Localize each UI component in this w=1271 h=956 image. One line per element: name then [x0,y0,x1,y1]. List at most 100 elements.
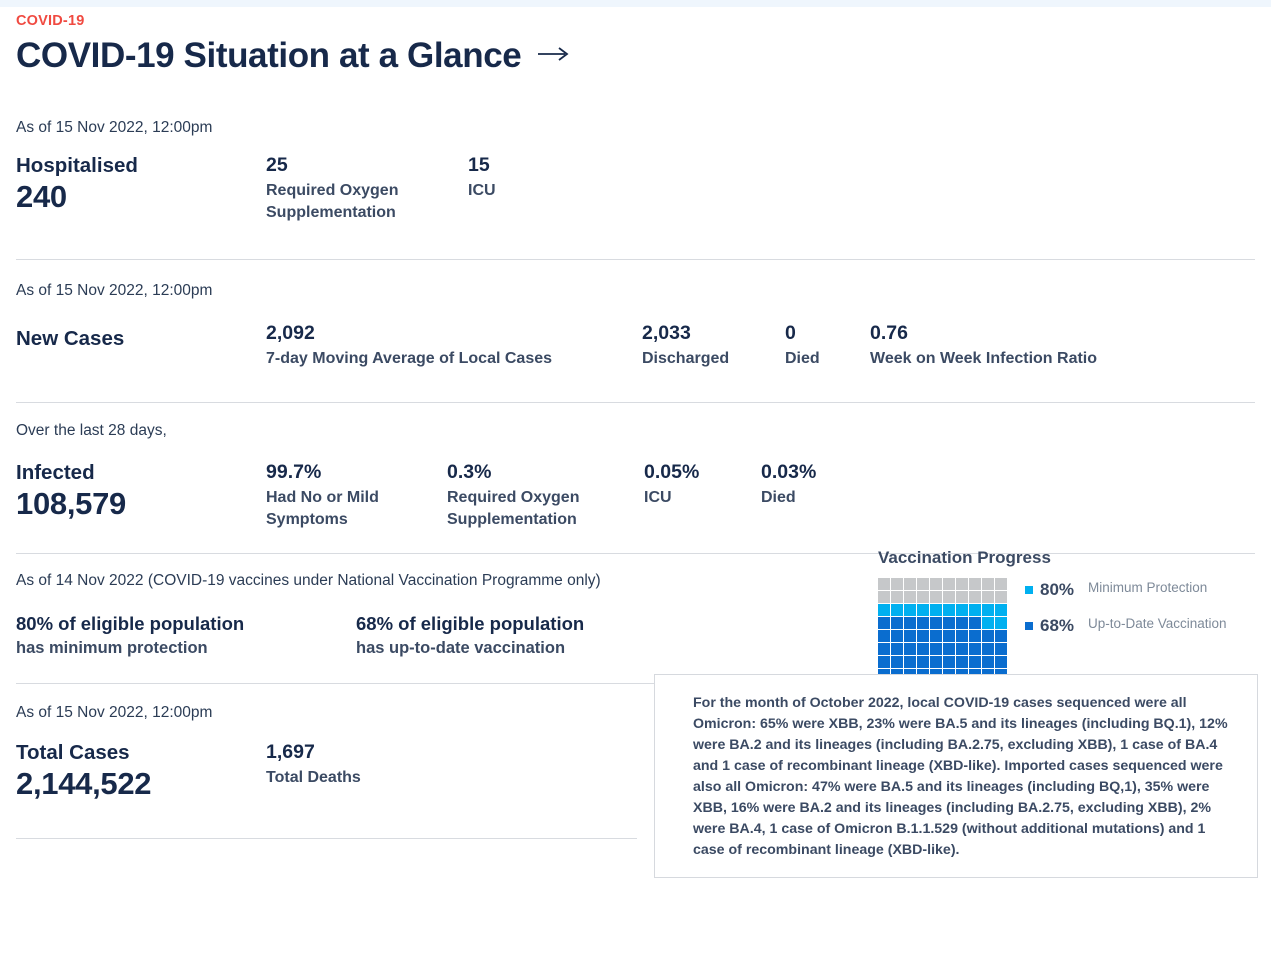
waffle-cell [995,617,1007,630]
waffle-cell [982,617,994,630]
stat-died: 0 Died [785,322,870,370]
legend-percent: 80% [1040,580,1075,600]
eyebrow-label: COVID-19 [16,13,85,29]
waffle-cell [956,591,968,604]
total-cases-lead: Total Cases 2,144,522 [16,741,266,801]
variant-sequencing-note: For the month of October 2022, local COV… [654,673,1258,878]
waffle-cell [956,643,968,656]
stat-label: Died [761,489,796,507]
section-vaccination: As of 14 Nov 2022 (COVID-19 vaccines und… [0,548,1271,708]
stat-label: Required Oxygen Supplementation [447,489,580,528]
stat-value: 2,092 [266,322,315,345]
waffle-cell [917,604,929,617]
stat-value: 0.03% [761,460,817,483]
top-accent-strip [0,0,1271,7]
divider-2 [16,401,1255,403]
waffle-cell [969,656,981,669]
stat-label: Required Oxygen Supplementation [266,182,399,221]
legend-swatch-uptodate [1025,622,1033,631]
waffle-cell [904,630,916,643]
legend-percent: 68% [1040,616,1075,636]
waffle-cell [943,604,955,617]
stat-died: 0.03% Died [761,461,881,509]
stat-discharged: 2,033 Discharged [642,322,785,370]
waffle-cell [943,643,955,656]
waffle-cell [904,591,916,604]
waffle-cell [904,578,916,591]
new-cases-stats: New Cases 2,092 7-day Moving Average of … [16,322,1255,370]
stat-total-deaths: 1,697 Total Deaths [266,741,361,789]
waffle-cell [904,643,916,656]
waffle-cell [917,630,929,643]
page-title-row[interactable]: COVID-19 Situation at a Glance [16,36,1255,75]
waffle-cell [956,617,968,630]
new-cases-label: New Cases [16,327,125,351]
stat-7day-moving-average: 2,092 7-day Moving Average of Local Case… [266,322,642,370]
stat-required-oxygen: 25 Required Oxygen Supplementation [266,154,468,223]
page-header: COVID-19 COVID-19 Situation at a Glance [0,13,1271,75]
waffle-cell [969,630,981,643]
arrow-right-icon[interactable] [537,46,571,67]
waffle-cell [878,578,890,591]
stat-value: 1,697 [266,740,315,763]
waffle-cell [930,643,942,656]
waffle-cell [878,656,890,669]
waffle-cell [878,643,890,656]
variant-note-text: For the month of October 2022, local COV… [693,694,1228,858]
waffle-cell [891,591,903,604]
waffle-cell [930,578,942,591]
stat-value: 0.3% [447,460,492,483]
waffle-cell [956,630,968,643]
waffle-cell [930,630,942,643]
stat-label: Had No or Mild Symptoms [266,489,379,528]
new-cases-lead: New Cases [16,322,266,351]
stat-icu: 0.05% ICU [644,461,761,509]
claim-sub: has up-to-date vaccination [356,639,566,658]
waffle-cell [891,656,903,669]
stat-value: 0.05% [644,460,700,483]
hospitalised-asof: As of 15 Nov 2022, 12:00pm [16,118,213,136]
waffle-cell [891,630,903,643]
divider-5 [16,837,637,839]
waffle-cell [982,604,994,617]
waffle-cell [995,604,1007,617]
claim-sub: has minimum protection [16,639,208,658]
waffle-cell [982,656,994,669]
page-title: COVID-19 Situation at a Glance [16,36,522,75]
stat-value: 0.76 [870,322,908,345]
waffle-cell [917,656,929,669]
stat-icu: 15 ICU [468,154,496,202]
waffle-cell [943,630,955,643]
claim-headline: 80% of eligible population [16,613,245,635]
waffle-cell [956,578,968,591]
waffle-cell [891,617,903,630]
stat-value: 2,033 [642,322,691,345]
waffle-cell [917,578,929,591]
stat-label: 7-day Moving Average of Local Cases [266,350,553,368]
waffle-cell [969,604,981,617]
section-new-cases: As of 15 Nov 2022, 12:00pm New Cases 2,0… [0,282,1271,370]
total-cases-label: Total Cases [16,740,130,764]
infected-label: Infected [16,460,95,484]
legend-item-minimum: 80% Minimum Protection [1025,580,1227,600]
waffle-legend: 80% Minimum Protection 68% Up-to-Date Va… [1025,578,1227,652]
waffle-cell [878,617,890,630]
waffle-cell [904,656,916,669]
waffle-cell [917,591,929,604]
new-cases-asof: As of 15 Nov 2022, 12:00pm [16,282,213,300]
waffle-cell [982,643,994,656]
waffle-cell [917,643,929,656]
vaccination-asof: As of 14 Nov 2022 (COVID-19 vaccines und… [16,572,601,590]
infected-value: 108,579 [16,486,126,522]
section-total-cases: As of 15 Nov 2022, 12:00pm Total Cases 2… [0,673,1271,878]
waffle-cell [930,604,942,617]
hospitalised-stats: Hospitalised 240 25 Required Oxygen Supp… [16,154,1255,223]
vaccination-left: As of 14 Nov 2022 (COVID-19 vaccines und… [16,572,872,660]
waffle-cell [956,656,968,669]
waffle-cell [995,591,1007,604]
waffle-cell [995,630,1007,643]
waffle-cell [969,643,981,656]
waffle-cell [878,604,890,617]
section-infected: Over the last 28 days, Infected 108,579 … [0,422,1271,530]
waffle-cell [969,591,981,604]
